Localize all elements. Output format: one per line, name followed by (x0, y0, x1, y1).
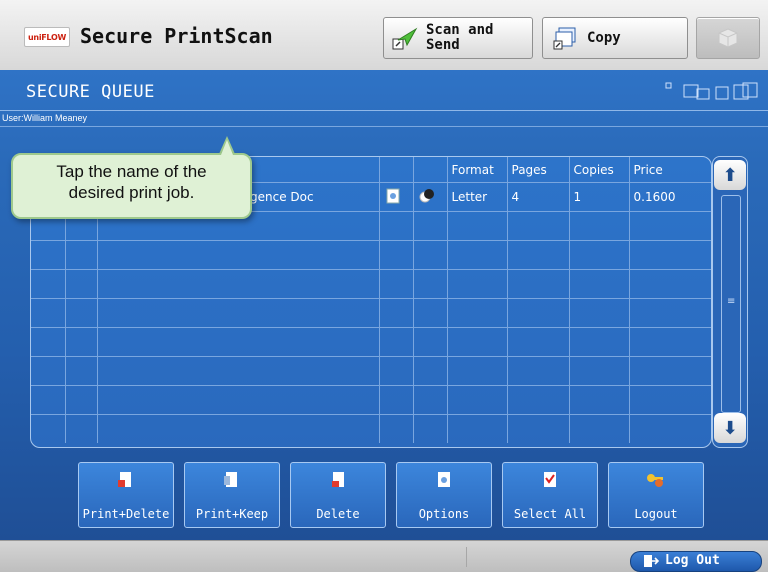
scan-label-line2: Send (426, 37, 460, 53)
table-scrollbar[interactable]: ⬆ ≡ ⬇ (712, 156, 748, 448)
scroll-track[interactable]: ≡ (721, 195, 741, 413)
table-row (31, 269, 711, 299)
copies-cell: 1 (568, 182, 630, 212)
title-divider (0, 110, 768, 111)
user-divider (0, 126, 768, 127)
callout-line2: desired print job. (68, 183, 195, 202)
copy-icon (553, 27, 576, 50)
options-button[interactable]: Options (396, 462, 492, 528)
user-line: User:William Meaney (2, 113, 88, 123)
column-header-format: Format (446, 157, 508, 183)
table-row (31, 240, 711, 270)
print-keep-button[interactable]: Print+Keep (184, 462, 280, 528)
box-icon (718, 28, 738, 48)
uniflow-logo: uniFLOW (24, 27, 70, 47)
table-row (31, 414, 711, 443)
panel-title: SECURE QUEUE (26, 82, 155, 102)
delete-label: Delete (316, 507, 360, 521)
scan-send-icon (392, 27, 418, 50)
view-mode-icons (665, 82, 758, 100)
callout-line1: Tap the name of the (56, 162, 207, 181)
top-bar: uniFLOW Secure PrintScan Scan and Send C… (0, 0, 768, 71)
keys-icon (647, 474, 663, 487)
app-title: Secure PrintScan (80, 24, 273, 48)
options-icon (438, 472, 450, 487)
job-doc-cell (378, 182, 414, 212)
column-header-copies: Copies (568, 157, 630, 183)
price-cell: 0.1600 (628, 182, 711, 212)
instruction-callout: Tap the name of the desired print job. (11, 153, 252, 219)
log-out-label: Log Out (665, 553, 720, 568)
copy-button[interactable]: Copy (542, 17, 688, 59)
scan-and-send-button[interactable]: Scan and Send (383, 17, 533, 59)
column-header (378, 157, 414, 183)
bottom-divider (466, 547, 467, 567)
delete-icon (332, 472, 344, 487)
select-all-icon (544, 472, 556, 487)
select-all-button[interactable]: Select All (502, 462, 598, 528)
print-delete-button[interactable]: Print+Delete (78, 462, 174, 528)
bottom-bar: Log Out (0, 540, 768, 572)
scroll-up-button[interactable]: ⬆ (714, 160, 746, 190)
print-keep-icon (224, 472, 237, 487)
table-row (31, 327, 711, 357)
delete-button[interactable]: Delete (290, 462, 386, 528)
callout-text: Tap the name of the desired print job. (13, 161, 250, 203)
options-label: Options (418, 507, 470, 521)
table-row (31, 385, 711, 415)
callout-pointer-inner (221, 140, 233, 155)
menu-button[interactable] (696, 17, 760, 59)
print-delete-icon (118, 472, 131, 487)
column-header-price: Price (628, 157, 711, 183)
logo-text: uniFLOW (28, 32, 66, 42)
scroll-down-button[interactable]: ⬇ (714, 413, 746, 443)
logout-action-label: Logout (634, 507, 678, 521)
copy-label: Copy (587, 30, 621, 46)
column-header-pages: Pages (506, 157, 570, 183)
logout-action-button[interactable]: Logout (608, 462, 704, 528)
document-icon (386, 188, 399, 203)
log-out-button[interactable]: Log Out (630, 551, 762, 572)
print-keep-label: Print+Keep (195, 507, 269, 521)
arrow-up-icon: ⬆ (722, 164, 738, 186)
format-cell: Letter (446, 182, 508, 212)
pages-cell: 4 (506, 182, 570, 212)
color-mode-icon (419, 188, 434, 202)
select-all-label: Select All (513, 507, 587, 521)
print-delete-label: Print+Delete (82, 507, 170, 521)
table-row (31, 298, 711, 328)
arrow-down-icon: ⬇ (722, 417, 738, 439)
column-header (412, 157, 448, 183)
scan-label-line1: Scan and (426, 22, 494, 38)
table-row (31, 356, 711, 386)
log-out-icon (644, 555, 659, 567)
job-color-cell (412, 182, 448, 212)
scroll-grip-icon: ≡ (727, 296, 736, 307)
